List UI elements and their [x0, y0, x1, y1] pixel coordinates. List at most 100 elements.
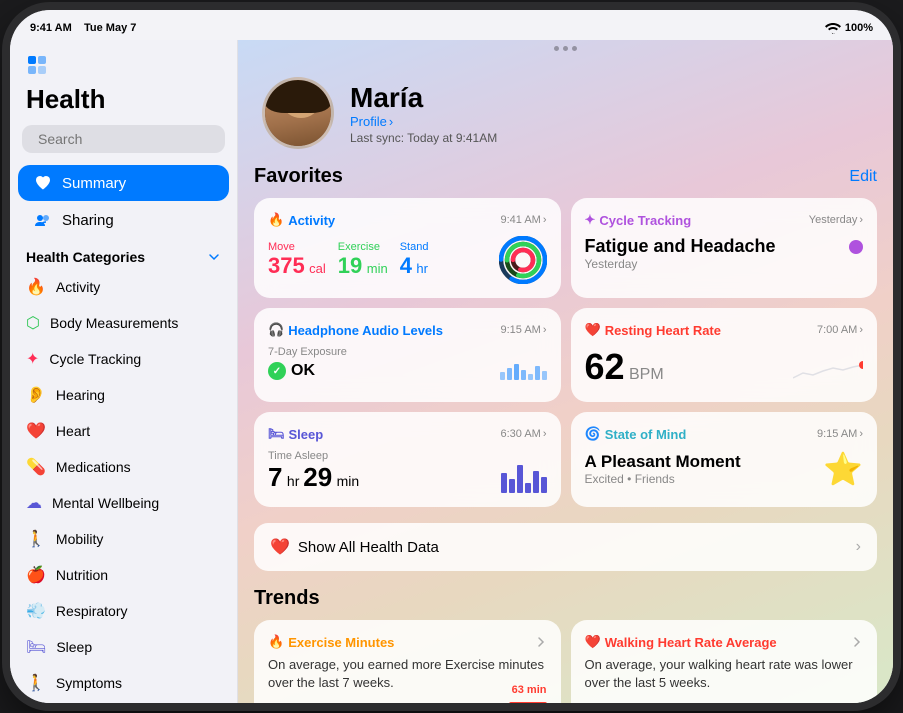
avatar-face	[265, 80, 331, 146]
heart-rate-trend-card[interactable]: ❤️ Walking Heart Rate Average On average…	[571, 620, 878, 703]
status-right-icons: 100%	[825, 22, 873, 34]
dot1	[554, 46, 559, 51]
mind-feeling: A Pleasant Moment	[585, 452, 741, 472]
trends-grid: 🔥 Exercise Minutes On average, you earne…	[254, 620, 877, 703]
headphone-card-time: 9:15 AM ›	[500, 324, 546, 336]
category-cycle-tracking[interactable]: ✦ Cycle Tracking	[10, 341, 237, 377]
bar6	[535, 366, 540, 380]
star-icon: ⭐	[823, 450, 863, 488]
cat-activity-label: Activity	[56, 279, 100, 295]
sleep-icon: 🛏	[268, 426, 285, 442]
sb6	[541, 477, 547, 493]
cycle-card-time: Yesterday ›	[809, 214, 863, 226]
mind-text-block: A Pleasant Moment Excited • Friends	[585, 452, 741, 486]
search-bar[interactable]	[22, 125, 225, 153]
sharing-icon	[34, 211, 52, 229]
category-heart[interactable]: ❤️ Heart	[10, 413, 237, 449]
sb3	[517, 465, 523, 493]
activity-metrics-row: Move 375 cal Exercise 19	[268, 236, 547, 284]
favorites-header: Favorites Edit	[254, 165, 877, 188]
state-of-mind-card[interactable]: 🌀 State of Mind 9:15 AM › A Pleasant Mom…	[571, 412, 878, 507]
heart-rate-card-title: ❤️ Resting Heart Rate	[585, 322, 722, 338]
bar3	[514, 364, 519, 380]
chevron-down-icon[interactable]	[207, 250, 221, 264]
sleep-card-title: 🛏 Sleep	[268, 426, 323, 442]
search-input[interactable]	[38, 131, 219, 147]
mind-card-time: 9:15 AM ›	[817, 428, 863, 440]
bar1	[500, 372, 505, 380]
hr-trend-chevron-icon	[851, 636, 863, 648]
show-all-button[interactable]: ❤️ Show All Health Data ›	[254, 523, 877, 571]
exercise-trend-title: 🔥 Exercise Minutes	[268, 634, 547, 650]
exercise-bars-container	[268, 702, 547, 703]
category-medications[interactable]: 💊 Medications	[10, 449, 237, 485]
headphone-card-title: 🎧 Headphone Audio Levels	[268, 322, 443, 338]
favorites-title: Favorites	[254, 165, 343, 188]
ex-bar-7	[509, 702, 546, 703]
sleep-minutes: 29	[303, 462, 332, 492]
category-respiratory[interactable]: 💨 Respiratory	[10, 593, 237, 629]
profile-info: María Profile › Last sync: Today at 9:41…	[350, 82, 497, 145]
heart-rate-card-header: ❤️ Resting Heart Rate 7:00 AM ›	[585, 322, 864, 338]
cards-grid: 🔥 Activity 9:41 AM › Move	[254, 198, 877, 507]
edit-button[interactable]: Edit	[849, 168, 877, 186]
headphone-status: 7-Day Exposure ✓ OK	[268, 346, 347, 380]
show-all-text: Show All Health Data	[298, 539, 848, 556]
heart-rate-card-time: 7:00 AM ›	[817, 324, 863, 336]
headphone-card[interactable]: 🎧 Headphone Audio Levels 9:15 AM › 7-Day…	[254, 308, 561, 402]
cycle-card-header: ✦ Cycle Tracking Yesterday ›	[585, 212, 864, 228]
category-activity[interactable]: 🔥 Activity	[10, 269, 237, 305]
nav-sharing[interactable]: Sharing	[18, 202, 229, 238]
exercise-max-label: 63 min	[512, 684, 547, 696]
sb2	[509, 479, 515, 493]
trends-section: Trends 🔥 Exercise Minutes On average, yo…	[238, 587, 893, 703]
category-hearing[interactable]: 👂 Hearing	[10, 377, 237, 413]
heart-icon: ❤️	[585, 322, 601, 338]
profile-name: María	[350, 82, 497, 114]
category-body-measurements[interactable]: ⬡ Body Measurements	[10, 305, 237, 341]
hr-top-value: 110 BPM	[585, 702, 629, 703]
cycle-symptom: Fatigue and Headache	[585, 236, 776, 257]
audio-mini-bars	[500, 364, 547, 380]
category-vitals[interactable]: 📊 Vitals	[10, 701, 237, 703]
exposure-label: 7-Day Exposure	[268, 346, 347, 358]
headphone-icon: 🎧	[268, 322, 284, 338]
bar4	[521, 370, 526, 380]
profile-link[interactable]: Profile ›	[350, 114, 497, 129]
exercise-trend-card[interactable]: 🔥 Exercise Minutes On average, you earne…	[254, 620, 561, 703]
nav-summary[interactable]: Summary	[18, 165, 229, 201]
category-sleep[interactable]: 🛏 Sleep	[10, 629, 237, 665]
cat-cycle-label: Cycle Tracking	[49, 351, 141, 367]
category-symptoms[interactable]: 🚶 Symptoms	[10, 665, 237, 701]
cycle-tracking-card[interactable]: ✦ Cycle Tracking Yesterday › Fatigue and…	[571, 198, 878, 298]
dot2	[563, 46, 568, 51]
cat-medications-label: Medications	[56, 459, 131, 475]
flame-icon: 🔥	[268, 212, 284, 228]
category-mobility[interactable]: 🚶 Mobility	[10, 521, 237, 557]
heart-rate-card[interactable]: ❤️ Resting Heart Rate 7:00 AM › 62	[571, 308, 878, 402]
stand-value: 4	[400, 253, 412, 278]
activity-metrics: Move 375 cal Exercise 19	[268, 241, 428, 279]
move-unit: cal	[309, 261, 326, 276]
sleep-card[interactable]: 🛏 Sleep 6:30 AM › Time Asleep	[254, 412, 561, 507]
cat-respiratory-label: Respiratory	[56, 603, 128, 619]
category-mental-wellbeing[interactable]: ☁ Mental Wellbeing	[10, 485, 237, 521]
activity-card[interactable]: 🔥 Activity 9:41 AM › Move	[254, 198, 561, 298]
mind-card-title: 🌀 State of Mind	[585, 426, 687, 442]
cycle-card-title: ✦ Cycle Tracking	[585, 212, 692, 228]
favorites-section: Favorites Edit 🔥 Activity 9:41 AM	[238, 165, 893, 507]
status-bar: 9:41 AM Tue May 7 100%	[10, 10, 893, 40]
exercise-value-row: 19 min	[338, 253, 388, 279]
move-label: Move	[268, 241, 326, 253]
grid-icon	[26, 54, 48, 76]
trends-title: Trends	[254, 587, 877, 610]
cycle-content: Fatigue and Headache Yesterday	[585, 236, 864, 271]
trend-chevron-icon	[535, 636, 547, 648]
sleep-hours: 7	[268, 462, 282, 492]
avatar	[262, 77, 334, 149]
date-display: Tue May 7	[84, 22, 136, 34]
app-title: Health	[10, 84, 237, 125]
category-nutrition[interactable]: 🍎 Nutrition	[10, 557, 237, 593]
exercise-label: Exercise	[338, 241, 388, 253]
cat-heart-label: Heart	[56, 423, 90, 439]
